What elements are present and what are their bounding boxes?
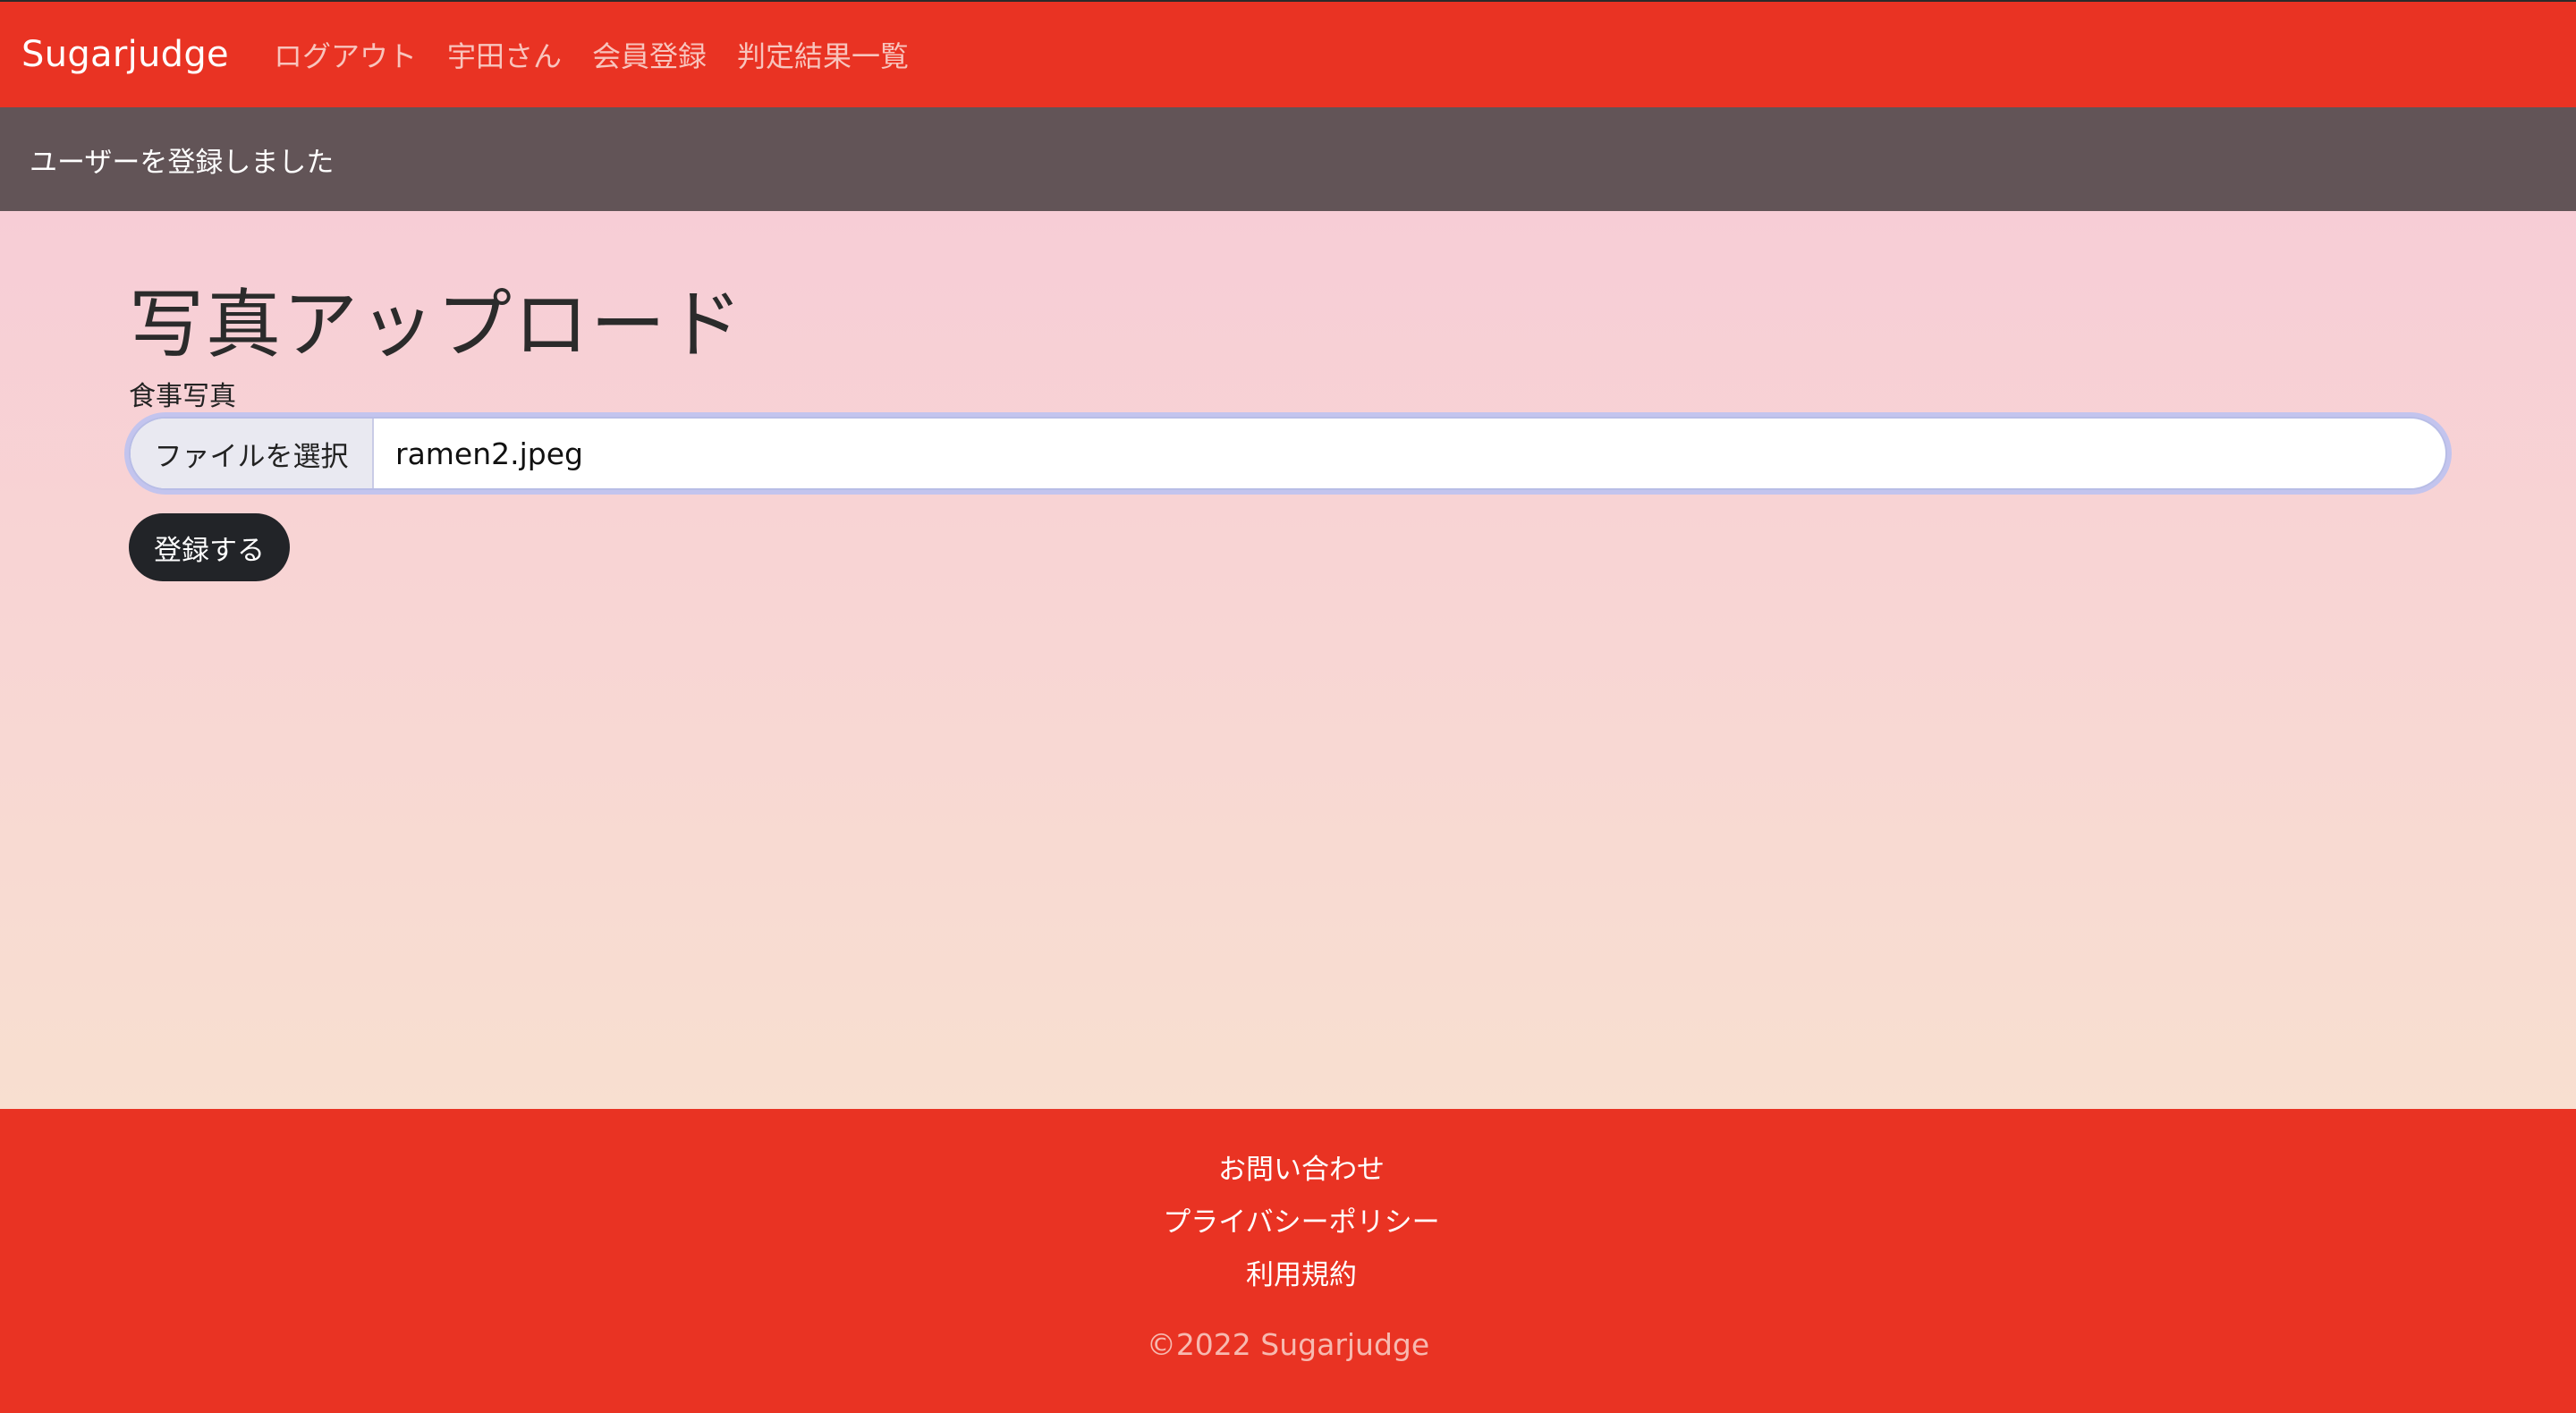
- flash-message: ユーザーを登録しました: [30, 146, 335, 179]
- footer-link-privacy[interactable]: プライバシーポリシー: [0, 1199, 2576, 1240]
- brand-link[interactable]: Sugarjudge: [21, 34, 229, 75]
- footer: お問い合わせ プライバシーポリシー 利用規約 ©2022 Sugarjudge: [0, 1109, 2576, 1413]
- page-title: 写真アップロード: [129, 281, 745, 368]
- nav-link-register[interactable]: 会員登録: [592, 34, 707, 75]
- flash-message-bar: ユーザーを登録しました: [0, 107, 2576, 211]
- selected-file-name: ramen2.jpeg: [395, 436, 584, 471]
- main-content: 写真アップロード 食事写真 ファイルを選択 ramen2.jpeg 登録する: [0, 211, 2576, 1109]
- footer-link-contact[interactable]: お問い合わせ: [0, 1146, 2576, 1187]
- nav-link-logout[interactable]: ログアウト: [274, 34, 417, 75]
- copyright: ©2022 Sugarjudge: [1146, 1327, 1430, 1362]
- footer-link-terms[interactable]: 利用規約: [0, 1252, 2576, 1292]
- photo-file-input[interactable]: ファイルを選択 ramen2.jpeg: [129, 417, 2447, 490]
- navbar: Sugarjudge ログアウト 宇田さん 会員登録 判定結果一覧: [0, 0, 2576, 107]
- photo-field-label: 食事写真: [129, 381, 236, 412]
- choose-file-button[interactable]: ファイルを選択: [131, 419, 374, 488]
- nav-link-user[interactable]: 宇田さん: [447, 34, 562, 75]
- submit-button[interactable]: 登録する: [129, 513, 290, 581]
- nav-link-results[interactable]: 判定結果一覧: [737, 34, 909, 75]
